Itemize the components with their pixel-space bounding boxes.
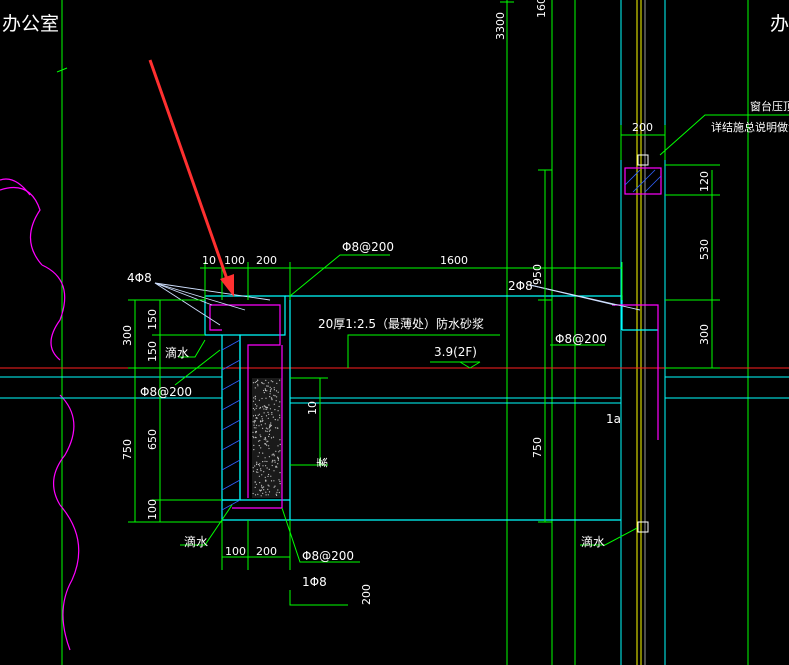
dim-100-bottom: 100 [225, 545, 246, 558]
window-sill-label-a: 窗台压顶 [750, 99, 789, 113]
rebar-label-top: Φ8@200 [342, 240, 394, 254]
rebar-label-1phi8: 1Φ8 [302, 575, 327, 589]
dim-530: 530 [698, 239, 711, 260]
red-arrow-pointer [148, 59, 234, 297]
drip-label-c: 滴水 [581, 534, 605, 549]
drip-label-b: 滴水 [184, 534, 208, 549]
dim-950: 950 [531, 264, 544, 285]
cad-drawing: 办公室 办 3300 160 10 100 200 1600 Φ8@200 4Φ… [0, 0, 789, 665]
vertical-mark: 素 [316, 457, 329, 468]
room-label-right: 办 [770, 13, 789, 35]
mortar-note: 20厚1:2.5（最薄处）防水砂浆 [318, 316, 484, 331]
rebar-label-mid: Φ8@200 [555, 332, 607, 346]
window-sill-cap-hatch [624, 169, 662, 193]
small-mark: 1a [606, 412, 621, 426]
elevation-label: 3.9(2F) [434, 345, 477, 359]
floor-lines [0, 367, 789, 520]
tree-outline [0, 178, 80, 651]
rebar-label-2phi8: 2Φ8 [508, 279, 533, 293]
dim-150-b: 150 [146, 341, 159, 362]
dim-750-left: 750 [121, 439, 134, 460]
wall-hatch [221, 339, 241, 511]
cad-drawing-canvas: 办公室 办 3300 160 10 100 200 1600 Φ8@200 4Φ… [0, 0, 789, 665]
dim-3300: 3300 [494, 12, 507, 40]
dim-10-mid: 10 [306, 401, 319, 415]
dim-200-top: 200 [256, 254, 277, 267]
rebar-label-4phi8: 4Φ8 [127, 271, 152, 285]
dim-150-a: 150 [146, 309, 159, 330]
dim-200-vertical: 200 [360, 584, 373, 605]
dimension-lines [128, 0, 789, 606]
dim-300-left: 300 [121, 325, 134, 346]
dim-300-right: 300 [698, 324, 711, 345]
room-label-left: 办公室 [2, 13, 59, 35]
grid-lines [56, 0, 749, 665]
dim-650: 650 [146, 429, 159, 450]
dim-1600: 1600 [440, 254, 468, 267]
dim-100-top: 100 [224, 254, 245, 267]
dim-10: 10 [202, 254, 216, 267]
dim-200-bottom: 200 [256, 545, 277, 558]
window-sill-label-b: 详结施总说明做法 [711, 120, 789, 134]
dim-750-mid: 750 [531, 437, 544, 458]
dim-160: 160 [535, 0, 548, 18]
dim-100-left: 100 [146, 499, 159, 520]
rebar-label-left: Φ8@200 [140, 385, 192, 399]
dim-200-right: 200 [632, 121, 653, 134]
concrete-fill [252, 378, 282, 498]
drip-label-a: 滴水 [165, 345, 189, 360]
dim-120: 120 [698, 171, 711, 192]
rebar-label-bottom: Φ8@200 [302, 549, 354, 563]
